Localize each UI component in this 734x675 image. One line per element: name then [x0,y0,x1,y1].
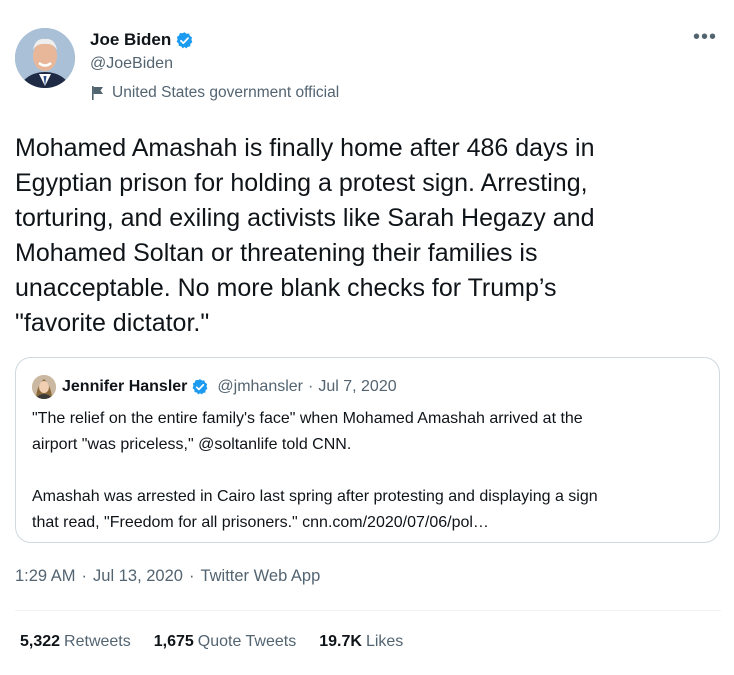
quote-tweets-stat[interactable]: 1,675 Quote Tweets [154,633,296,651]
quote-tweets-count: 1,675 [153,633,194,650]
likes-count: 19.7K [319,633,362,650]
meta-separator: · [81,567,88,585]
government-label-text: United States government official [112,84,340,101]
quoted-date: Jul 7, 2020 [318,378,397,395]
government-label: United States government official [90,84,339,102]
verified-badge-icon [191,378,209,396]
tweet-time[interactable]: 1:29 AM [15,567,76,586]
author-name[interactable]: Joe Biden [90,30,171,50]
tweet-source-app[interactable]: Twitter Web App [200,567,320,586]
tweet-stats: 5,322 Retweets 1,675 Quote Tweets 19.7K Lik… [20,633,426,651]
tweet-text: Mohamed Amashah is finally home after 48… [15,134,595,337]
likes-label: Likes [365,633,404,650]
quoted-tweet[interactable]: Jennifer Hansler @jmhansler · Jul 7, 202… [15,357,720,543]
author-handle[interactable]: @JoeBiden [90,55,173,73]
tweet-header: Joe Biden @JoeBiden United States govern… [15,26,721,108]
author-name-row: Joe Biden [90,30,194,50]
quoted-separator: · [308,378,314,395]
quoted-tweet-header: Jennifer Hansler @jmhansler · Jul 7, 202… [32,375,397,399]
quoted-author-name: Jennifer Hansler [62,378,188,395]
retweets-count: 5,322 [20,633,61,650]
retweets-label: Retweets [64,633,131,650]
tweet-metadata: 1:29 AM · Jul 13, 2020 · Twitter Web App [15,567,320,586]
quoted-author-avatar [32,375,56,399]
likes-stat[interactable]: 19.7K Likes [319,633,403,651]
flag-icon [90,85,106,101]
divider [15,610,721,611]
meta-separator: · [188,567,195,585]
verified-badge-icon [175,31,194,50]
tweet-date[interactable]: Jul 13, 2020 [93,567,183,586]
author-avatar[interactable] [15,28,75,88]
quoted-tweet-text: "The relief on the entire family's face"… [32,410,598,531]
more-options-icon[interactable]: ••• [693,26,717,49]
retweets-stat[interactable]: 5,322 Retweets [20,633,131,651]
quoted-author-handle: @jmhansler [217,378,303,395]
quote-tweets-label: Quote Tweets [197,633,297,650]
